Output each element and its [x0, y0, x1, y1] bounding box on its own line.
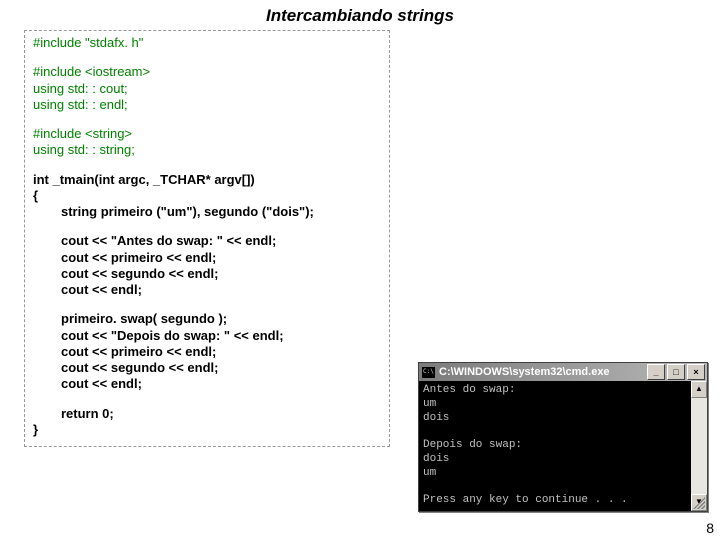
code-line: cout << "Antes do swap: " << endl;: [33, 233, 381, 249]
code-block: #include "stdafx. h" #include <iostream>…: [24, 30, 390, 447]
resize-grip-icon[interactable]: [693, 497, 705, 509]
console-title: C:\WINDOWS\system32\cmd.exe: [439, 366, 647, 378]
code-line: #include <iostream>: [33, 64, 381, 80]
minimize-button[interactable]: _: [647, 364, 665, 380]
code-line: }: [33, 422, 381, 438]
code-line: int _tmain(int argc, _TCHAR* argv[]): [33, 172, 381, 188]
code-line: using std: : cout;: [33, 81, 381, 97]
code-line: using std: : string;: [33, 142, 381, 158]
scrollbar[interactable]: ▲ ▼: [691, 381, 707, 511]
close-button[interactable]: ×: [687, 364, 705, 380]
code-line: primeiro. swap( segundo );: [33, 311, 381, 327]
code-line: string primeiro ("um"), segundo ("dois")…: [33, 204, 381, 220]
code-line: return 0;: [33, 406, 381, 422]
maximize-button[interactable]: □: [667, 364, 685, 380]
code-line: cout << endl;: [33, 376, 381, 392]
console-window: C:\WINDOWS\system32\cmd.exe _ □ × Antes …: [418, 362, 708, 512]
code-line: cout << primeiro << endl;: [33, 250, 381, 266]
console-output: Antes do swap: um dois Depois do swap: d…: [419, 381, 691, 511]
slide-title: Intercambiando strings: [0, 0, 720, 28]
scroll-up-icon[interactable]: ▲: [691, 381, 707, 398]
cmd-icon: [422, 367, 435, 378]
code-line: cout << "Depois do swap: " << endl;: [33, 328, 381, 344]
code-line: cout << segundo << endl;: [33, 360, 381, 376]
console-titlebar[interactable]: C:\WINDOWS\system32\cmd.exe _ □ ×: [419, 363, 707, 381]
page-number: 8: [706, 520, 714, 536]
code-line: #include <string>: [33, 126, 381, 142]
code-line: {: [33, 188, 381, 204]
code-line: using std: : endl;: [33, 97, 381, 113]
code-line: #include "stdafx. h": [33, 35, 381, 51]
code-line: cout << segundo << endl;: [33, 266, 381, 282]
code-line: cout << endl;: [33, 282, 381, 298]
scroll-track[interactable]: [691, 398, 707, 494]
code-line: cout << primeiro << endl;: [33, 344, 381, 360]
